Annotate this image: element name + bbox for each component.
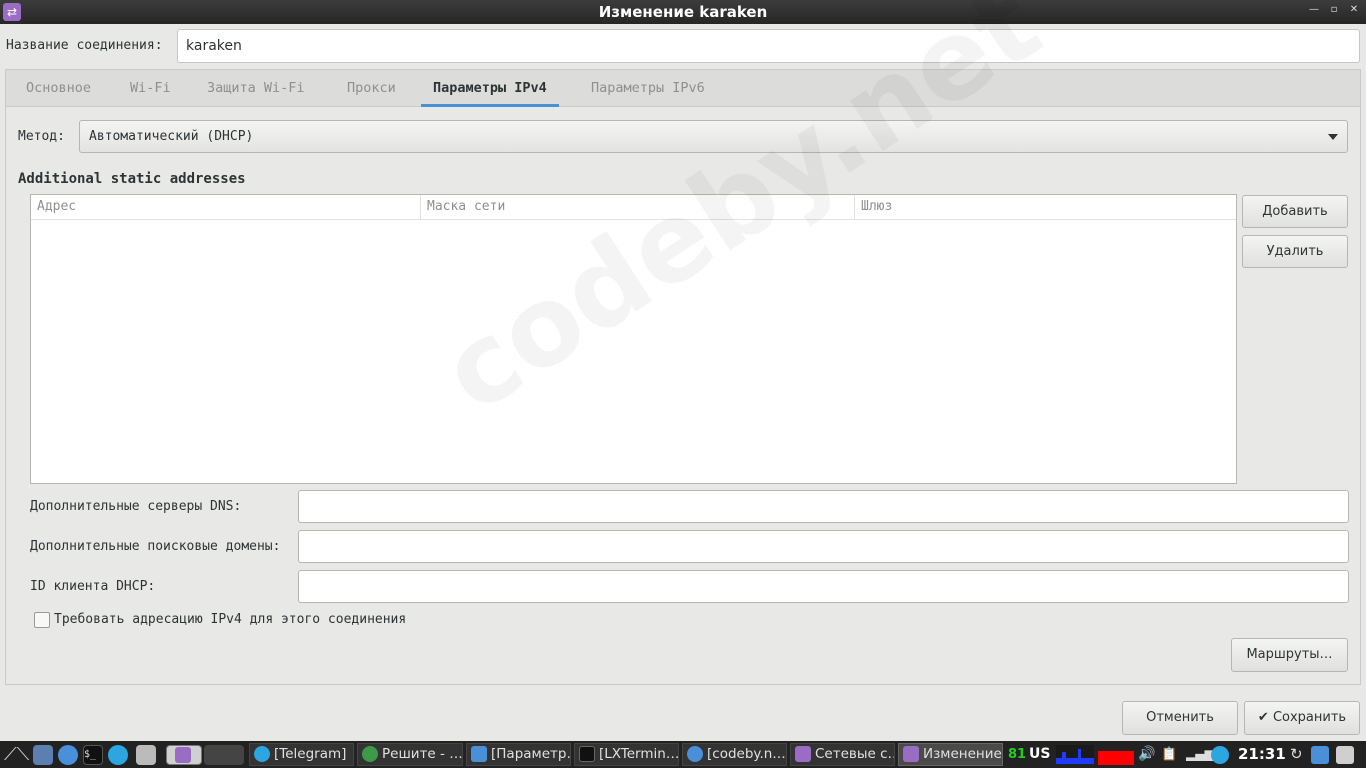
task-browser-1[interactable]: Решите - … bbox=[357, 743, 463, 766]
checkmark-icon: ✔ bbox=[1257, 710, 1269, 725]
browser-icon[interactable] bbox=[58, 745, 78, 765]
notification-icon[interactable] bbox=[1336, 746, 1354, 764]
workspace-2[interactable] bbox=[204, 745, 244, 765]
network-icon bbox=[903, 746, 919, 762]
task-edit-connection[interactable]: Изменение… bbox=[898, 743, 1003, 766]
save-button-label: Сохранить bbox=[1272, 710, 1347, 725]
network-manager-tray-icon[interactable] bbox=[1311, 746, 1329, 764]
update-icon[interactable]: ↻ bbox=[1290, 741, 1303, 768]
require-ipv4-label[interactable]: Требовать адресацию IPv4 для этого соеди… bbox=[54, 612, 406, 627]
require-ipv4-checkbox[interactable] bbox=[34, 612, 50, 628]
keyboard-layout[interactable]: US bbox=[1029, 741, 1050, 768]
taskbar: ⟋⟍ $_ [Telegram] Решите - … [Параметр… [… bbox=[0, 741, 1366, 768]
cpu-graph bbox=[1056, 745, 1094, 764]
window-title: Изменение karaken bbox=[598, 3, 768, 21]
static-addresses-title: Additional static addresses bbox=[18, 171, 246, 187]
task-codeby[interactable]: [codeby.n… bbox=[682, 743, 787, 766]
column-header-address[interactable]: Адрес bbox=[31, 195, 420, 220]
task-parameters[interactable]: [Параметр… bbox=[466, 743, 571, 766]
tab-bar: Основное Wi-Fi Защита Wi-Fi Прокси Парам… bbox=[6, 70, 1360, 107]
column-header-gateway[interactable]: Шлюз bbox=[854, 195, 1236, 220]
window-titlebar: ⇄ Изменение karaken — ▫ ✕ bbox=[0, 0, 1366, 24]
globe-icon bbox=[362, 746, 378, 762]
delete-address-button[interactable]: Удалить bbox=[1242, 235, 1348, 268]
task-telegram[interactable]: [Telegram] bbox=[249, 743, 354, 766]
method-select[interactable]: Автоматический (DHCP) bbox=[79, 120, 1348, 153]
search-domains-label: Дополнительные поисковые домены: bbox=[30, 539, 281, 554]
workspace-1[interactable] bbox=[166, 745, 202, 765]
connection-name-label: Название соединения: bbox=[6, 38, 163, 53]
tab-proxy[interactable]: Прокси bbox=[347, 70, 396, 107]
cancel-button[interactable]: Отменить bbox=[1122, 701, 1238, 735]
clipboard-icon[interactable]: 📋 bbox=[1161, 741, 1177, 768]
add-address-button[interactable]: Добавить bbox=[1242, 195, 1348, 228]
dhcp-client-id-label: ID клиента DHCP: bbox=[30, 579, 156, 594]
file-manager-icon[interactable] bbox=[33, 745, 53, 765]
routes-button[interactable]: Маршруты… bbox=[1231, 638, 1348, 672]
telegram-icon[interactable] bbox=[108, 745, 128, 765]
dropdown-arrow-icon bbox=[1328, 134, 1338, 140]
method-value: Автоматический (DHCP) bbox=[89, 129, 254, 144]
save-button[interactable]: ✔ Сохранить bbox=[1244, 701, 1360, 735]
method-label: Метод: bbox=[18, 129, 65, 144]
dns-servers-label: Дополнительные серверы DNS: bbox=[30, 499, 242, 514]
tab-wifi-security[interactable]: Защита Wi-Fi bbox=[207, 70, 305, 107]
close-icon[interactable]: ✕ bbox=[1348, 4, 1360, 15]
start-menu-icon[interactable]: ⟋⟍ bbox=[4, 745, 29, 765]
cpu-temperature: 81 bbox=[1008, 747, 1027, 762]
task-lxterminal[interactable]: [LXTermin… bbox=[574, 743, 679, 766]
network-graph bbox=[1098, 751, 1134, 765]
telegram-tray-icon[interactable] bbox=[1211, 746, 1229, 764]
volume-icon[interactable]: 🔊 bbox=[1138, 741, 1155, 768]
show-desktop-icon[interactable] bbox=[136, 745, 156, 765]
tab-ipv6-settings[interactable]: Параметры IPv6 bbox=[591, 70, 705, 107]
tab-general[interactable]: Основное bbox=[26, 70, 91, 107]
tab-ipv4-settings[interactable]: Параметры IPv4 bbox=[421, 70, 559, 107]
terminal-icon[interactable]: $_ bbox=[83, 745, 103, 765]
static-addresses-table[interactable]: Адрес Маска сети Шлюз bbox=[30, 194, 1237, 484]
telegram-icon bbox=[254, 746, 270, 762]
dhcp-client-id-input[interactable] bbox=[298, 570, 1349, 603]
network-icon bbox=[795, 746, 811, 762]
chromium-icon bbox=[687, 746, 703, 762]
clock[interactable]: 21:31 bbox=[1238, 741, 1286, 768]
minimize-icon[interactable]: — bbox=[1308, 4, 1320, 15]
tab-wifi[interactable]: Wi-Fi bbox=[130, 70, 171, 107]
task-network-connections[interactable]: Сетевые с… bbox=[790, 743, 895, 766]
maximize-icon[interactable]: ▫ bbox=[1328, 4, 1340, 15]
settings-notebook: Основное Wi-Fi Защита Wi-Fi Прокси Парам… bbox=[5, 69, 1361, 685]
dns-servers-input[interactable] bbox=[298, 490, 1349, 523]
column-header-netmask[interactable]: Маска сети bbox=[420, 195, 854, 220]
table-header: Адрес Маска сети Шлюз bbox=[31, 195, 1236, 220]
terminal-icon bbox=[579, 746, 595, 762]
search-domains-input[interactable] bbox=[298, 530, 1349, 563]
signal-icon[interactable]: ▂▄▆ bbox=[1186, 741, 1214, 768]
connection-name-input[interactable] bbox=[177, 29, 1360, 63]
user-icon bbox=[471, 746, 487, 762]
window-controls: — ▫ ✕ bbox=[1308, 4, 1360, 15]
